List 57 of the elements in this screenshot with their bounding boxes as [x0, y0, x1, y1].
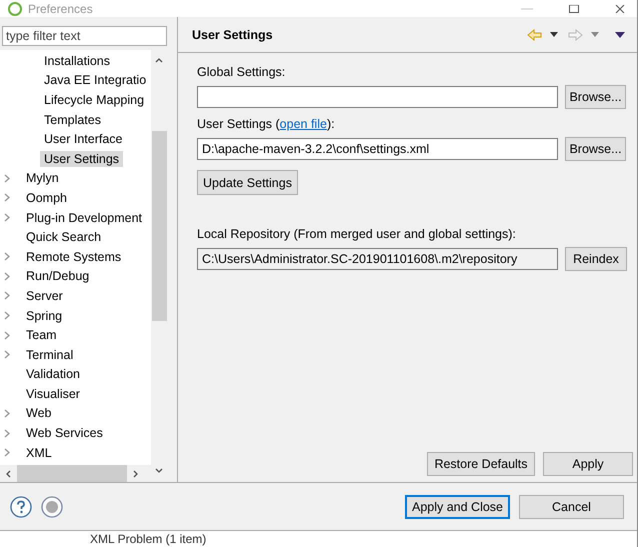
scroll-down-icon[interactable]	[155, 468, 164, 474]
browse-button[interactable]: Browse...	[565, 137, 626, 161]
tree-item[interactable]: Templates	[40, 112, 105, 128]
update-settings-button[interactable]: Update Settings	[197, 170, 298, 195]
dropdown-icon[interactable]	[550, 32, 558, 37]
tree-item[interactable]: Quick Search	[22, 229, 106, 246]
problem-row-text: XML Problem (1 item)	[90, 532, 206, 546]
close-icon[interactable]	[615, 4, 625, 12]
tree-item[interactable]: Web Services	[22, 425, 107, 442]
tree-item[interactable]: Java EE Integratio	[40, 72, 150, 88]
field-label: Global Settings:	[197, 65, 286, 79]
tree-item[interactable]: Remote Systems	[22, 248, 126, 265]
tree-item[interactable]: Server	[22, 288, 67, 304]
filter-field[interactable]: type filter text	[2, 26, 167, 46]
tree-item[interactable]: Visualiser	[22, 386, 84, 402]
minimize-icon[interactable]	[521, 6, 533, 10]
global-settings-field[interactable]	[197, 86, 558, 108]
tree-item[interactable]: Installations	[40, 52, 114, 69]
scrollbar-thumb[interactable]	[152, 131, 167, 321]
tree-item[interactable]: Terminal	[22, 346, 78, 363]
scrollbar-thumb[interactable]	[17, 465, 127, 482]
back-arrow-icon[interactable]	[527, 28, 542, 40]
app-icon	[8, 2, 22, 16]
scroll-right-icon[interactable]	[132, 470, 139, 478]
scroll-left-icon[interactable]	[5, 470, 12, 478]
cancel-button[interactable]: Cancel	[519, 494, 624, 518]
tree-item[interactable]: User Settings	[40, 150, 124, 167]
maximize-icon[interactable]	[569, 4, 579, 12]
local-repository-field[interactable]: C:\Users\Administrator.SC-201901101608\.m2\repository	[197, 248, 558, 270]
forward-arrow-icon[interactable]	[568, 28, 583, 40]
tree-item[interactable]: Team	[22, 327, 61, 344]
horizontal-scrollbar[interactable]	[0, 465, 152, 482]
tree-item[interactable]: XML	[22, 444, 56, 461]
tree-item[interactable]: Web	[22, 405, 56, 422]
restore-defaults-button[interactable]: Restore Defaults	[427, 452, 535, 476]
tree-item[interactable]: Run/Debug	[22, 268, 94, 284]
help-icon[interactable]	[10, 496, 32, 518]
record-icon[interactable]	[41, 496, 63, 518]
user-settings-field[interactable]: D:\apache-maven-3.2.2\conf\settings.xml	[197, 138, 558, 160]
reindex-button[interactable]: Reindex	[565, 247, 627, 271]
browse-button[interactable]: Browse...	[565, 85, 626, 109]
tree-item[interactable]: User Interface	[40, 131, 127, 148]
window-title: Preferences	[28, 2, 93, 16]
tree-item[interactable]: Spring	[22, 308, 66, 324]
tree-item[interactable]: Validation	[22, 366, 84, 382]
tree-item[interactable]: Oomph	[22, 190, 71, 206]
tree-item[interactable]: Plug-in Development	[22, 210, 146, 226]
page-title: User Settings	[192, 28, 273, 42]
open-file-link[interactable]: open file	[280, 117, 327, 131]
scroll-up-icon[interactable]	[155, 57, 164, 63]
field-label: Local Repository (From merged user and global settings):	[197, 227, 517, 241]
tree-item[interactable]: Mylyn	[22, 170, 63, 186]
field-label: User Settings (open file):	[197, 117, 336, 131]
tree-item[interactable]: Lifecycle Mapping	[40, 92, 148, 108]
apply-button[interactable]: Apply	[543, 452, 633, 476]
view-menu-icon[interactable]	[615, 32, 625, 38]
apply-and-close-button[interactable]: Apply and Close	[405, 494, 510, 518]
